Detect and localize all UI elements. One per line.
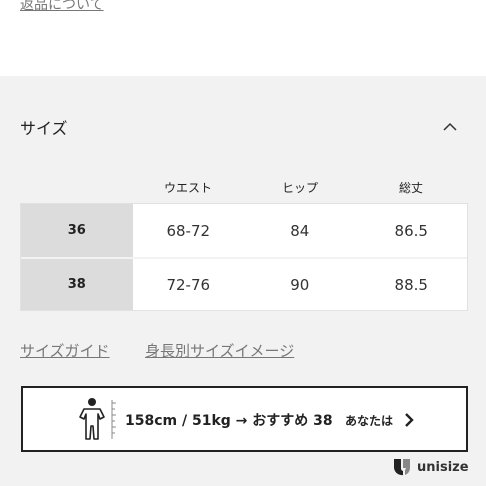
- recommendation-text: 158cm / 51kg → おすすめ 38: [125, 413, 333, 429]
- size-table: 36 68-72 84 86.5 38 72-76 90 88.5: [20, 203, 468, 311]
- hip-value: 90: [290, 275, 310, 294]
- person-measure-icon: [79, 398, 116, 440]
- waist-value: 72-76: [166, 275, 211, 294]
- chevron-up-icon[interactable]: [441, 118, 459, 136]
- height-size-image-link[interactable]: 身長別サイズイメージ: [145, 340, 294, 361]
- top-area: 返品について: [0, 0, 486, 76]
- table-row: 38 72-76 90 88.5: [21, 257, 467, 310]
- column-header-waist: ウエスト: [163, 181, 212, 195]
- chevron-right-icon: [405, 413, 414, 427]
- length-value: 86.5: [394, 221, 428, 240]
- unisize-brand: unisize: [393, 458, 469, 476]
- unisize-recommendation-button[interactable]: 158cm / 51kg → おすすめ 38 あなたは: [21, 386, 468, 452]
- length-value: 88.5: [394, 275, 428, 294]
- size-guide-link[interactable]: サイズガイド: [20, 340, 110, 361]
- table-row: 36 68-72 84 86.5: [21, 204, 467, 257]
- unisize-logo-icon: [394, 459, 410, 476]
- waist-value: 68-72: [166, 221, 211, 240]
- size-section-title: サイズ: [20, 119, 68, 138]
- brand-name: unisize: [417, 459, 469, 475]
- size-label: 36: [21, 204, 133, 257]
- column-header-length: 総丈: [398, 181, 423, 195]
- return-policy-link[interactable]: 返品について: [20, 0, 104, 14]
- size-label: 38: [21, 259, 133, 310]
- you-label: あなたは: [345, 414, 394, 428]
- hip-value: 84: [290, 221, 310, 240]
- column-header-hip: ヒップ: [281, 181, 318, 195]
